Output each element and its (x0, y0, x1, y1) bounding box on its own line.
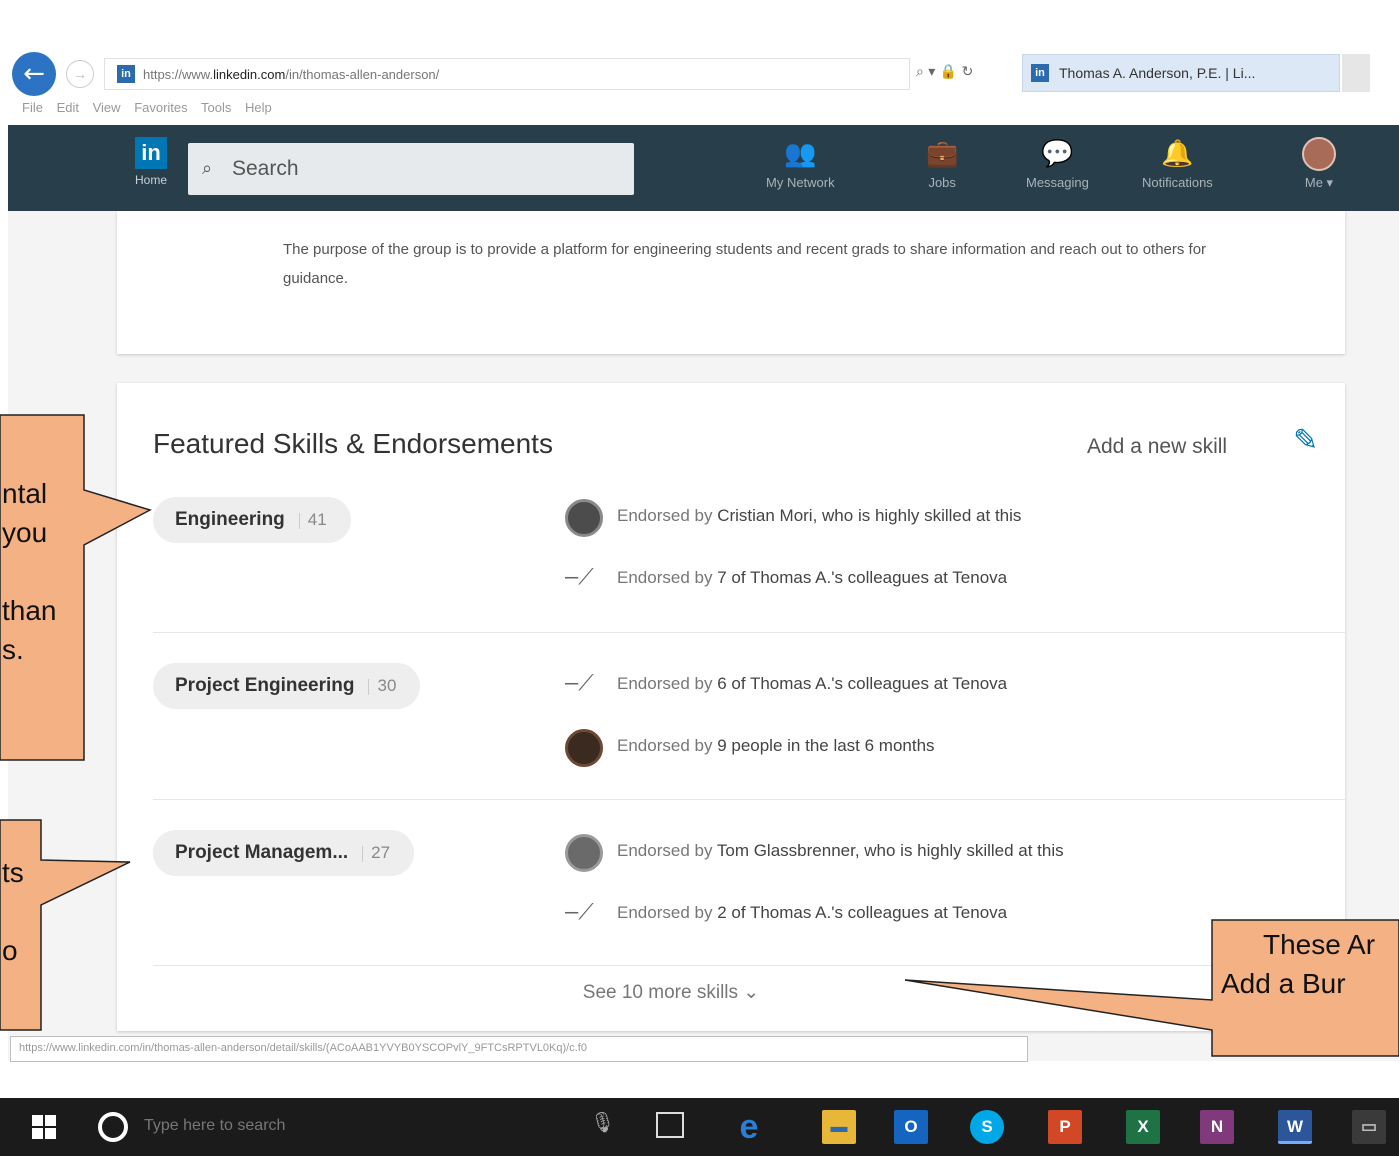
linkedin-favicon-icon: in (117, 65, 135, 83)
group-description: The purpose of the group is to provide a… (283, 241, 1207, 287)
menu-bar: File Edit View Favorites Tools Help (22, 100, 282, 115)
skill-pill[interactable]: Engineering 41 (153, 497, 351, 543)
taskbar-search-input[interactable]: Type here to search (144, 1117, 285, 1135)
excel-icon[interactable]: X (1126, 1110, 1160, 1144)
see-more-skills-button[interactable]: See 10 more skills ⌄ (117, 981, 1345, 1004)
skill-count: 30 (377, 676, 397, 695)
nav-label: My Network (766, 175, 835, 190)
home-label: Home (134, 173, 167, 187)
nav-label: Messaging (1026, 175, 1089, 190)
menu-file[interactable]: File (22, 100, 43, 115)
menu-help[interactable]: Help (245, 100, 272, 115)
nav-my-network[interactable]: 👥 My Network (766, 137, 835, 190)
skills-title: Featured Skills & Endorsements (153, 428, 553, 459)
skill-count: 27 (371, 843, 391, 862)
skill-name: Project Engineering (175, 675, 355, 696)
skill-pill[interactable]: Project Managem... 27 (153, 830, 415, 876)
outlook-icon[interactable]: O (894, 1110, 928, 1144)
endorsement-text: Endorsed by 9 people in the last 6 month… (617, 736, 935, 755)
skill-row: Project Managem... 27 Endorsed by Tom Gla… (153, 800, 1345, 966)
forward-arrow-icon[interactable]: → (66, 60, 94, 88)
menu-favorites[interactable]: Favorites (134, 100, 187, 115)
endorsement-text: Endorsed by Tom Glassbrenner, who is hig… (617, 841, 1064, 860)
browser-tab[interactable]: in Thomas A. Anderson, P.E. | Li... (1022, 54, 1340, 92)
browser-chrome: ← → in https://www.linkedin.com/in/thoma… (0, 0, 1399, 125)
callout-left-top: ntal you than s. (2, 478, 57, 665)
bell-icon: 🔔 (1161, 139, 1194, 169)
callout-right: These Ar Add a Bur (1221, 929, 1376, 999)
search-icon: ⌕ (202, 158, 213, 179)
skype-icon[interactable]: S (970, 1110, 1004, 1144)
search-placeholder: Search (232, 157, 299, 180)
messaging-icon: 💬 (1041, 139, 1074, 169)
skill-row: Engineering 41 Endorsed by Cristian Mori,… (153, 495, 1345, 633)
menu-tools[interactable]: Tools (201, 100, 231, 115)
home-nav-item[interactable]: in Home (126, 137, 176, 195)
microphone-icon[interactable]: 🎙 (590, 1110, 615, 1134)
skill-pill[interactable]: Project Engineering 30 (153, 663, 421, 709)
search-input[interactable]: ⌕ Search (188, 143, 634, 195)
address-bar-icons[interactable]: ⌕ ▾ 🔒 ↻ (916, 64, 973, 80)
colleagues-icon: —⟋ (565, 565, 594, 590)
windows-taskbar: Type here to search 🎙 e ▬ O S P X N W ▭ (0, 1098, 1399, 1156)
address-bar[interactable]: in https://www.linkedin.com/in/thomas-al… (104, 58, 910, 90)
nav-notifications[interactable]: 🔔 Notifications (1142, 137, 1213, 190)
menu-edit[interactable]: Edit (57, 100, 79, 115)
avatar[interactable] (565, 834, 603, 872)
menu-view[interactable]: View (93, 100, 121, 115)
avatar[interactable] (565, 729, 603, 767)
colleagues-icon: —⟋ (565, 900, 594, 925)
endorsement-text: Endorsed by Cristian Mori, who is highly… (617, 506, 1022, 525)
show-desktop-icon[interactable]: ▭ (1352, 1110, 1386, 1144)
skill-row: Project Engineering 30 —⟋ Endorsed by 6 o… (153, 633, 1345, 800)
task-view-icon[interactable] (656, 1112, 684, 1138)
nav-label: Me ▾ (1304, 175, 1334, 190)
file-explorer-icon[interactable]: ▬ (822, 1110, 856, 1144)
linkedin-logo-icon: in (135, 137, 167, 169)
skill-name: Project Managem... (175, 842, 349, 863)
edge-icon[interactable]: e (732, 1110, 766, 1144)
word-icon[interactable]: W (1278, 1110, 1312, 1144)
colleagues-icon: —⟋ (565, 671, 594, 696)
status-bar-url: https://www.linkedin.com/in/thomas-allen… (10, 1036, 1028, 1062)
nav-jobs[interactable]: 💼 Jobs (926, 137, 958, 190)
powerpoint-icon[interactable]: P (1048, 1110, 1082, 1144)
linkedin-nav: in Home ⌕ Search 👥 My Network 💼 Jobs 💬 M… (8, 125, 1399, 211)
skill-name: Engineering (175, 509, 285, 530)
nav-me[interactable]: Me ▾ (1302, 137, 1336, 191)
group-description-card: The purpose of the group is to provide a… (117, 211, 1345, 354)
network-icon: 👥 (784, 139, 817, 169)
cortana-icon[interactable] (98, 1112, 128, 1142)
tab-title: Thomas A. Anderson, P.E. | Li... (1059, 65, 1256, 81)
endorsement-text: Endorsed by 2 of Thomas A.'s colleagues … (617, 903, 1008, 922)
skills-card: Featured Skills & Endorsements Add a new… (117, 383, 1345, 1031)
add-skill-link[interactable]: Add a new skill (1087, 435, 1227, 459)
skill-count: 41 (307, 510, 327, 529)
briefcase-icon: 💼 (926, 139, 959, 169)
new-tab-button[interactable] (1342, 54, 1370, 92)
endorsement-text: Endorsed by 6 of Thomas A.'s colleagues … (617, 674, 1008, 693)
endorsement-text: Endorsed by 7 of Thomas A.'s colleagues … (617, 568, 1008, 587)
windows-start-icon[interactable] (32, 1115, 56, 1139)
nav-messaging[interactable]: 💬 Messaging (1026, 137, 1089, 190)
nav-label: Jobs (928, 175, 956, 190)
callout-left-bottom: ts o (2, 857, 24, 966)
pencil-icon[interactable]: ✎ (1293, 423, 1318, 458)
onenote-icon[interactable]: N (1200, 1110, 1234, 1144)
linkedin-favicon-icon: in (1031, 64, 1049, 82)
back-arrow-icon[interactable]: ← (12, 52, 56, 96)
avatar (1302, 137, 1336, 171)
url-text[interactable]: https://www.linkedin.com/in/thomas-allen… (143, 67, 439, 82)
nav-label: Notifications (1142, 175, 1213, 190)
avatar[interactable] (565, 499, 603, 537)
